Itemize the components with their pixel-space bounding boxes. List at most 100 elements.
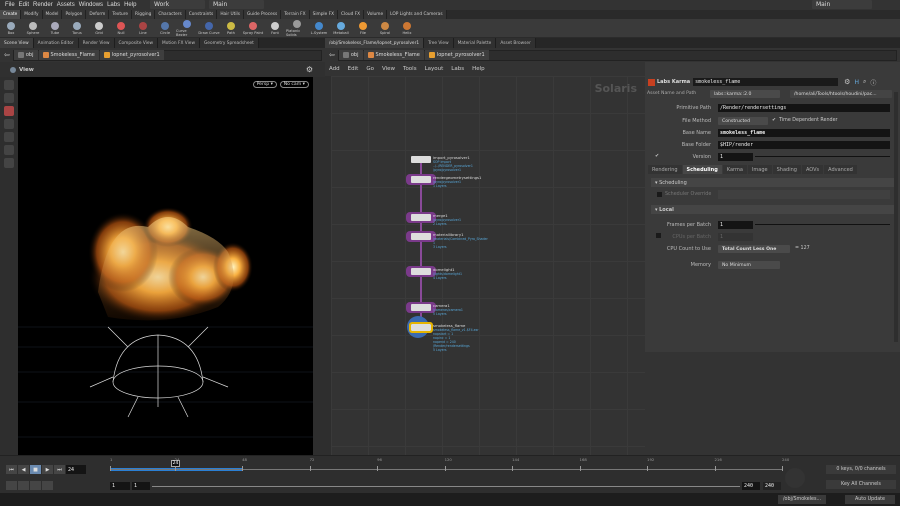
shelf-tool-spray-paint[interactable]: Spray Paint: [242, 21, 264, 35]
network-menu-item[interactable]: Add: [329, 66, 340, 72]
shelf-tool-spiral[interactable]: Spiral: [374, 21, 396, 35]
info-icon[interactable]: ⓘ: [870, 78, 876, 87]
pane-tab[interactable]: /obj/Smokeless_Flame/lopnet_pyrosolver1: [325, 38, 425, 48]
back-icon[interactable]: ⇦: [329, 51, 335, 59]
shelf-tab[interactable]: Polygon: [62, 10, 87, 19]
range-slider[interactable]: [152, 486, 740, 487]
settings-gear-icon[interactable]: ⚙: [306, 65, 313, 74]
desktop-selector[interactable]: Work: [150, 0, 205, 9]
network-menu-item[interactable]: Help: [472, 66, 485, 72]
shelf-tab[interactable]: Rigging: [132, 10, 156, 19]
gear-icon[interactable]: ⚙: [844, 78, 850, 86]
pane-tab[interactable]: Tree View: [424, 38, 454, 48]
back-icon[interactable]: ⇦: [4, 51, 10, 59]
shelf-tab[interactable]: Model: [42, 10, 63, 19]
shelf-tab[interactable]: Texture: [109, 10, 133, 19]
select-tool-icon[interactable]: [4, 80, 14, 90]
shelf-tab[interactable]: Cloud FX: [338, 10, 365, 19]
network-node[interactable]: [409, 322, 433, 333]
scheduling-section[interactable]: ▾ Scheduling: [651, 178, 895, 187]
param-tab-aovs[interactable]: AOVs: [801, 165, 824, 174]
shelf-tab[interactable]: Modify: [21, 10, 43, 19]
node-name-field[interactable]: smokeless_flame: [693, 78, 839, 86]
frames-per-batch-slider[interactable]: [755, 224, 890, 225]
crumb-obj[interactable]: obj: [13, 50, 38, 60]
shelf-tool-box[interactable]: Box: [0, 21, 22, 35]
asset-name-menu[interactable]: labs::karma::2.0: [710, 90, 780, 98]
context-selector-right[interactable]: Main: [812, 0, 872, 9]
param-tab-rendering[interactable]: Rendering: [648, 165, 682, 174]
lock-icon[interactable]: [4, 93, 14, 103]
file-method-menu[interactable]: Constructed: [718, 117, 768, 125]
shelf-tool-helix[interactable]: Helix: [396, 21, 418, 35]
shelf-tool-circle[interactable]: Circle: [154, 21, 176, 35]
key-icon[interactable]: [785, 468, 805, 488]
memory-menu[interactable]: No Minimum: [718, 261, 780, 269]
frame-ruler[interactable]: 24 1 24 48 72 96 120 144 168 192 216 240: [110, 457, 789, 475]
shelf-tool-path[interactable]: Path: [220, 21, 242, 35]
primitive-path-field[interactable]: /Render/rendersettings: [718, 104, 890, 112]
param-tab-scheduling[interactable]: Scheduling: [682, 165, 722, 174]
pane-tab[interactable]: Render View: [78, 38, 115, 48]
key-all-channels-menu[interactable]: Key All Channels: [826, 480, 896, 489]
rotate-icon[interactable]: [4, 132, 14, 142]
network-menu-item[interactable]: Edit: [348, 66, 359, 72]
shelf-tab[interactable]: Guide Process: [243, 10, 282, 19]
start-frame-field[interactable]: 1: [110, 482, 130, 490]
pane-tab[interactable]: Material Palette: [453, 38, 497, 48]
shelf-tab[interactable]: Hair Utils: [217, 10, 244, 19]
shelf-tab[interactable]: Simple FX: [309, 10, 339, 19]
base-folder-field[interactable]: $HIP/render: [718, 141, 890, 149]
time-dependent-checkbox[interactable]: ✔ Time Dependent Render: [772, 118, 838, 123]
shelf-tool-sphere[interactable]: Sphere: [22, 21, 44, 35]
menu-help[interactable]: Help: [124, 2, 136, 8]
end-frame-field[interactable]: 240: [763, 482, 781, 490]
range-end-field[interactable]: 240: [742, 482, 760, 490]
shelf-tool-l-system[interactable]: L-System: [308, 21, 330, 35]
jump-end-button[interactable]: ⏭: [54, 465, 65, 474]
version-field[interactable]: 1: [718, 153, 753, 161]
pane-tab[interactable]: Animation Editor: [33, 38, 79, 48]
cpu-count-menu[interactable]: Total Count Less One: [718, 245, 790, 253]
shelf-tab[interactable]: Deform: [86, 10, 110, 19]
network-node[interactable]: [411, 233, 431, 240]
auto-update-menu[interactable]: Auto Update: [845, 495, 895, 504]
current-frame-field[interactable]: 24: [66, 465, 86, 474]
network-menu-item[interactable]: Go: [366, 66, 374, 72]
path-field[interactable]: obj Smokeless_Flame lopnet_pyrosolver1: [12, 49, 322, 61]
asset-path-menu[interactable]: /home/ali/Tools/htools/houdini/pac...: [790, 90, 892, 98]
network-menu-item[interactable]: Tools: [403, 66, 417, 72]
frames-per-batch-field[interactable]: 1: [718, 221, 753, 229]
menu-labs[interactable]: Labs: [107, 2, 120, 8]
keys-channels-display[interactable]: 0 keys, 0/0 channels: [826, 465, 896, 474]
scheduler-override-checkbox[interactable]: [657, 192, 662, 197]
shelf-tool-metaball[interactable]: Metaball: [330, 21, 352, 35]
menu-edit[interactable]: Edit: [19, 2, 29, 8]
network-menu-item[interactable]: Layout: [425, 66, 444, 72]
help-icon[interactable]: H: [854, 79, 859, 86]
menu-assets[interactable]: Assets: [57, 2, 75, 8]
scheduler-override-field[interactable]: [718, 190, 890, 199]
param-tab-karma[interactable]: Karma: [722, 165, 747, 174]
pane-tab[interactable]: Geometry Spreadsheet: [199, 38, 259, 48]
pane-tab[interactable]: Motion FX View: [158, 38, 200, 48]
network-menu-item[interactable]: Labs: [451, 66, 464, 72]
network-node[interactable]: [411, 304, 431, 311]
loop-icon[interactable]: [30, 481, 41, 490]
crumb-geo[interactable]: Smokeless_Flame: [363, 50, 424, 60]
shelf-tool-tube[interactable]: Tube: [44, 21, 66, 35]
base-name-field[interactable]: smokeless_flame: [718, 129, 890, 137]
shelf-tab[interactable]: Constraints: [185, 10, 218, 19]
local-section[interactable]: ▾ Local: [651, 205, 895, 214]
network-node[interactable]: [411, 156, 431, 163]
shelf-tool-platonic-solids[interactable]: Platonic Solids: [286, 19, 308, 37]
shelf-tool-draw-curve[interactable]: Draw Curve: [198, 21, 220, 35]
shelf-tool-torus[interactable]: Torus: [66, 21, 88, 35]
jump-start-button[interactable]: ⏮: [6, 465, 17, 474]
pane-tab[interactable]: Composite View: [114, 38, 159, 48]
shelf-tool-curve-bezier[interactable]: Curve Bezier: [176, 19, 198, 37]
range-start-field[interactable]: 1: [132, 482, 150, 490]
param-scrollbar[interactable]: [894, 92, 898, 342]
menu-windows[interactable]: Windows: [79, 2, 103, 8]
network-editor[interactable]: Solaris import_pyrosolver1 SOP Import ../…: [331, 76, 645, 455]
